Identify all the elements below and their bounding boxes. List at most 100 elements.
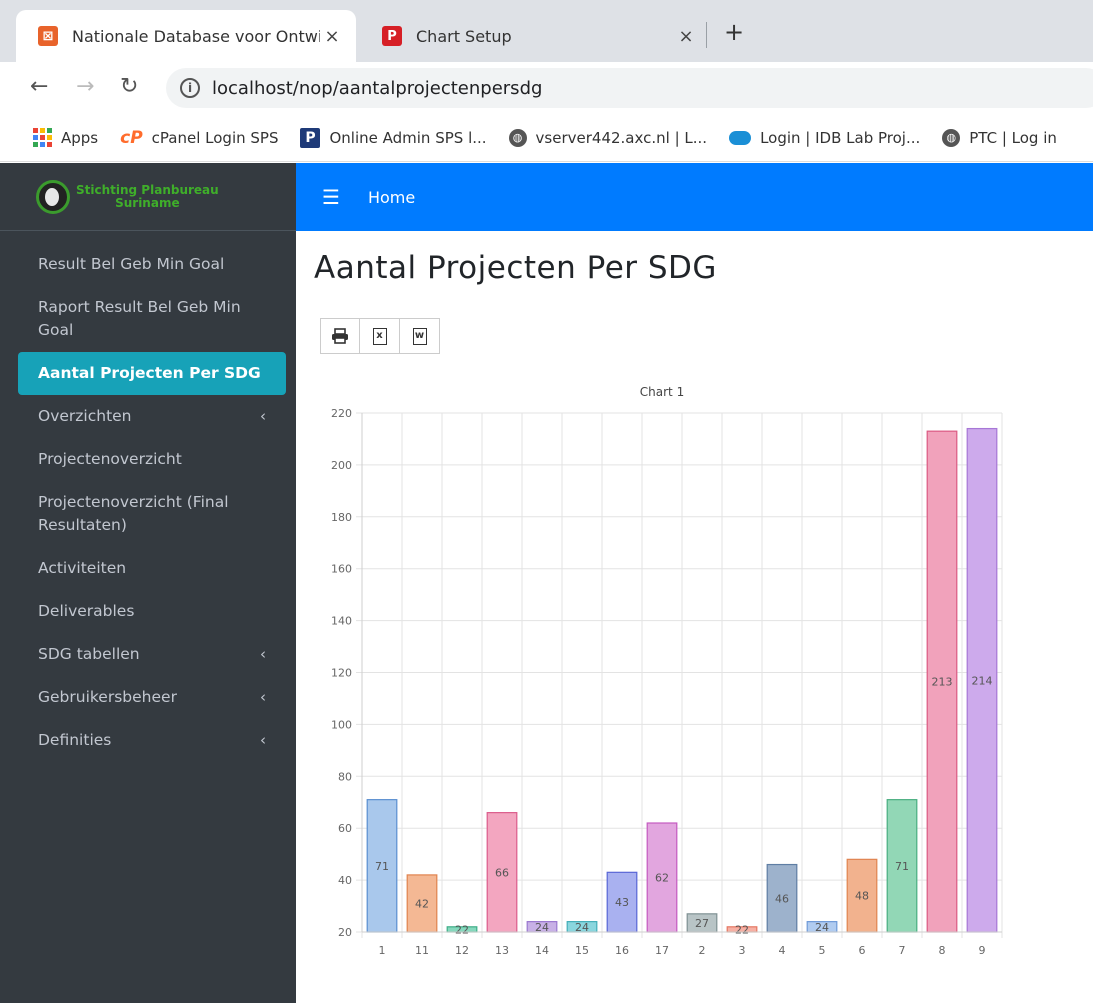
back-icon[interactable]: ←	[30, 74, 48, 99]
globe-icon: ◍	[508, 128, 527, 147]
y-tick-label: 180	[331, 511, 352, 524]
apps-grid-icon	[32, 127, 52, 148]
reload-icon[interactable]: ↻	[120, 74, 138, 99]
print-button[interactable]	[320, 318, 360, 354]
y-tick-label: 40	[338, 874, 352, 887]
data-label: 22	[455, 923, 469, 936]
new-tab-icon[interactable]: +	[724, 18, 744, 46]
data-label: 71	[895, 860, 909, 873]
browser-tab[interactable]: P Chart Setup ×	[360, 10, 710, 62]
chart-svg: 7142226624 24436227 2246244871213 214 20406…	[331, 385, 1003, 957]
cloud-icon	[729, 130, 752, 145]
sidebar-item-deliverables[interactable]: Deliverables	[18, 590, 286, 633]
bookmark-vserver[interactable]: ◍ vserver442.axc.nl | L...	[508, 128, 708, 147]
data-label: 213	[932, 676, 953, 689]
address-bar: ← → ↻ i localhost/nop/aantalprojectenper…	[0, 62, 1093, 114]
brand-logo-link[interactable]: Stichting Planbureau Suriname	[0, 163, 296, 231]
x-tick-label: 14	[535, 944, 549, 957]
chart-title: Chart 1	[640, 385, 684, 399]
sidebar-item-projectenoverzicht-final[interactable]: Projectenoverzicht (Final Resultaten)	[18, 481, 286, 547]
sidebar-item-projectenoverzicht[interactable]: Projectenoverzicht	[18, 438, 286, 481]
sdg-bar-chart: 71 42 22 66 24 24 43 62 27 22 46 24 48 71 213 214 20 40 6…	[300, 380, 1020, 980]
url-text: localhost/nop/aantalprojectenpersdg	[212, 77, 543, 99]
bookmarks-bar: Apps cP cPanel Login SPS P Online Admin …	[0, 114, 1093, 162]
x-tick-label: 4	[779, 944, 786, 957]
info-icon[interactable]: i	[180, 78, 200, 98]
p-box-icon: P	[300, 127, 321, 148]
cpanel-icon: cP	[120, 127, 143, 148]
p-favicon-icon: P	[382, 26, 402, 46]
data-label: 42	[415, 897, 429, 910]
data-label: 62	[655, 872, 669, 885]
x-tick-label: 2	[699, 944, 706, 957]
word-export-button[interactable]: w	[400, 318, 440, 354]
sidebar-item-result-bel-geb-min-goal[interactable]: Result Bel Geb Min Goal	[18, 243, 286, 286]
tab-title: Nationale Database voor Ontwik	[72, 26, 320, 46]
data-label: 22	[735, 923, 749, 936]
close-icon[interactable]: ×	[674, 26, 698, 47]
sidebar-item-label: Raport Result Bel Geb Min Goal	[38, 298, 241, 339]
x-tick-label: 12	[455, 944, 469, 957]
bookmark-cpanel[interactable]: cP cPanel Login SPS	[120, 128, 278, 148]
data-label: 66	[495, 866, 509, 879]
sidebar-item-definities[interactable]: Definities ‹	[18, 719, 286, 762]
brand-line1: Stichting Planbureau	[76, 182, 219, 197]
y-tick-label: 80	[338, 770, 352, 783]
sidebar-item-activiteiten[interactable]: Activiteiten	[18, 547, 286, 590]
y-tick-label: 160	[331, 563, 352, 576]
x-tick-label: 7	[899, 944, 906, 957]
data-label: 71	[375, 860, 389, 873]
y-tick-label: 60	[338, 822, 352, 835]
bookmark-label: PTC | Log in	[969, 128, 1057, 147]
hamburger-menu-icon[interactable]: ☰	[322, 185, 340, 209]
y-tick-label: 200	[331, 459, 352, 472]
bookmark-online-admin[interactable]: P Online Admin SPS l...	[300, 127, 487, 148]
excel-export-button[interactable]: x	[360, 318, 400, 354]
browser-tab-active[interactable]: ⊠ Nationale Database voor Ontwik ×	[16, 10, 356, 62]
chevron-left-icon: ‹	[260, 731, 266, 749]
sidebar-item-label: Aantal Projecten Per SDG	[38, 364, 261, 382]
brand-line2: Suriname	[115, 195, 180, 210]
sidebar-item-aantal-projecten-per-sdg[interactable]: Aantal Projecten Per SDG	[18, 352, 286, 395]
x-tick-label: 15	[575, 944, 589, 957]
bookmark-label: vserver442.axc.nl | L...	[535, 128, 708, 147]
y-tick-label: 140	[331, 615, 352, 628]
chevron-left-icon: ‹	[260, 407, 266, 425]
x-tick-label: 11	[415, 944, 429, 957]
sidebar-item-sdg-tabellen[interactable]: SDG tabellen ‹	[18, 633, 286, 676]
sidebar-item-label: Projectenoverzicht	[38, 450, 182, 468]
x-tick-label: 6	[859, 944, 866, 957]
bookmark-label: Login | IDB Lab Proj...	[760, 128, 921, 147]
bookmark-apps[interactable]: Apps	[32, 127, 99, 148]
close-icon[interactable]: ×	[320, 26, 344, 47]
chevron-left-icon: ‹	[260, 645, 266, 663]
sidebar-item-label: SDG tabellen	[38, 645, 140, 663]
bookmark-ptc[interactable]: ◍ PTC | Log in	[942, 128, 1057, 147]
data-label: 27	[695, 917, 709, 930]
print-icon	[332, 328, 348, 344]
bookmark-label: Apps	[61, 128, 99, 147]
data-label: 48	[855, 890, 869, 903]
sidebar-item-raport-result[interactable]: Raport Result Bel Geb Min Goal	[18, 286, 286, 352]
x-tick-label: 13	[495, 944, 509, 957]
data-label: 43	[615, 896, 629, 909]
x-tick-label: 3	[739, 944, 746, 957]
globe-icon: ◍	[942, 128, 961, 147]
x-tick-label: 17	[655, 944, 669, 957]
sidebar-item-gebruikersbeheer[interactable]: Gebruikersbeheer ‹	[18, 676, 286, 719]
url-input[interactable]: i localhost/nop/aantalprojectenpersdg	[166, 68, 1093, 108]
y-tick-label: 120	[331, 667, 352, 680]
sidebar-item-overzichten[interactable]: Overzichten ‹	[18, 395, 286, 438]
bookmark-label: Online Admin SPS l...	[329, 128, 487, 147]
home-link[interactable]: Home	[368, 188, 415, 207]
forward-icon[interactable]: →	[76, 74, 94, 99]
bookmark-idb-lab[interactable]: Login | IDB Lab Proj...	[729, 129, 920, 147]
sidebar-item-label: Projectenoverzicht (Final Resultaten)	[38, 493, 229, 534]
top-navbar: ☰ Home	[296, 163, 1093, 231]
y-tick-label: 100	[331, 718, 352, 731]
bookmark-label: cPanel Login SPS	[151, 128, 279, 147]
page-title: Aantal Projecten Per SDG	[314, 250, 717, 286]
y-tick-label: 220	[331, 407, 352, 420]
sidebar-item-label: Definities	[38, 731, 112, 749]
word-icon: w	[412, 327, 427, 345]
